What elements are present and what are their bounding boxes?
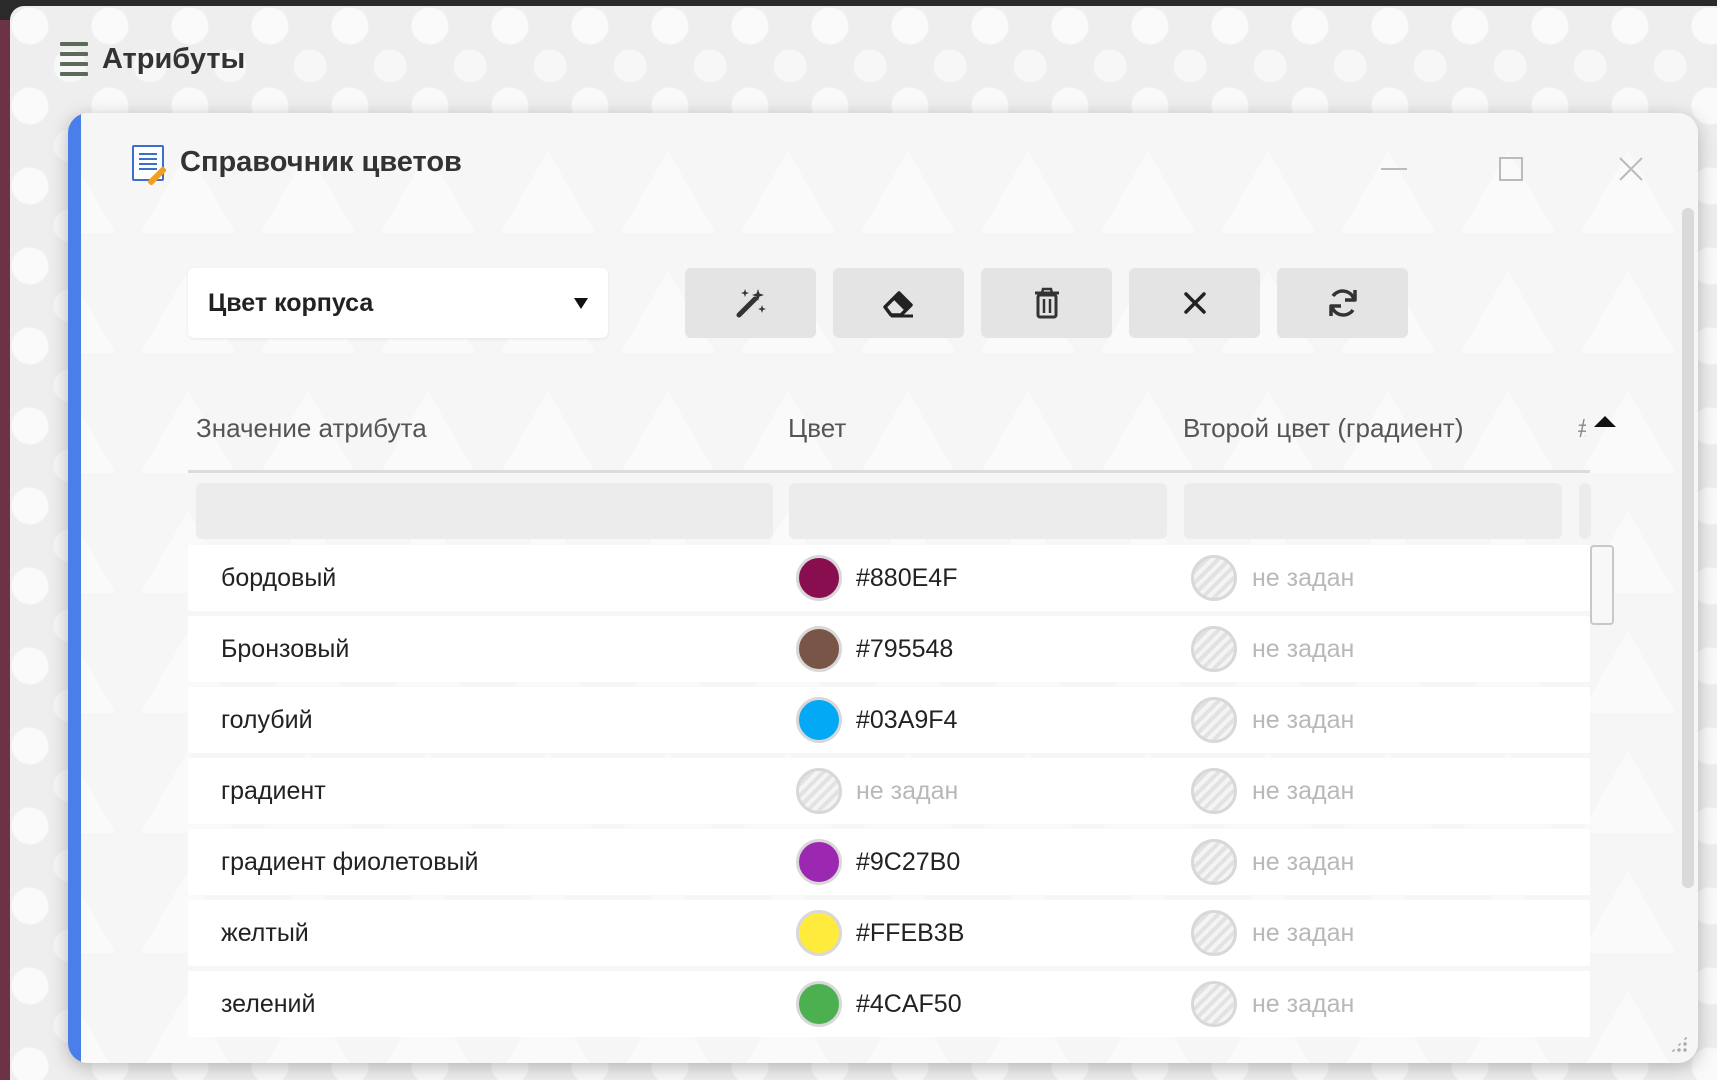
document-edit-icon bbox=[130, 143, 168, 186]
resize-grip-icon[interactable] bbox=[1670, 1035, 1688, 1053]
refresh-icon bbox=[1328, 289, 1357, 317]
color-swatch[interactable] bbox=[796, 626, 842, 672]
header-divider bbox=[188, 470, 1590, 473]
delete-button[interactable] bbox=[981, 268, 1112, 338]
filter-input-gradient[interactable] bbox=[1184, 483, 1562, 539]
color-swatch[interactable] bbox=[796, 981, 842, 1027]
row-name: зелений bbox=[221, 990, 316, 1018]
filter-input-value[interactable] bbox=[196, 483, 773, 539]
clear-button[interactable] bbox=[833, 268, 964, 338]
gradient-swatch[interactable] bbox=[1191, 555, 1237, 601]
dialog-header: Справочник цветов bbox=[130, 143, 462, 186]
gradient-swatch[interactable] bbox=[1191, 910, 1237, 956]
color-value: #795548 bbox=[856, 635, 954, 663]
color-swatch[interactable] bbox=[796, 910, 842, 956]
color-value: #880E4F bbox=[856, 564, 958, 592]
color-value: #FFEB3B bbox=[856, 919, 965, 947]
table-row[interactable]: градиент не задан не задан bbox=[188, 758, 1590, 824]
left-edge-strip bbox=[0, 20, 10, 1080]
gradient-swatch[interactable] bbox=[1191, 981, 1237, 1027]
column-header-value[interactable]: Значение атрибута bbox=[196, 413, 427, 444]
eraser-icon bbox=[882, 291, 913, 318]
trash-icon bbox=[1034, 287, 1059, 319]
minimize-icon[interactable] bbox=[1376, 151, 1412, 187]
row-name: желтый bbox=[221, 919, 309, 947]
color-swatch[interactable] bbox=[796, 768, 842, 814]
attribute-select[interactable]: Цвет корпуса bbox=[188, 268, 608, 338]
maximize-icon[interactable] bbox=[1493, 151, 1529, 187]
dialog-title: Справочник цветов bbox=[180, 145, 462, 178]
gradient-value: не задан bbox=[1252, 564, 1355, 592]
gradient-swatch[interactable] bbox=[1191, 768, 1237, 814]
caret-down-icon bbox=[574, 297, 588, 309]
gradient-value: не задан bbox=[1252, 990, 1355, 1018]
filter-input-extra[interactable] bbox=[1579, 483, 1591, 539]
auto-generate-button[interactable] bbox=[685, 268, 816, 338]
table-row[interactable]: желтый #FFEB3B не задан bbox=[188, 900, 1590, 966]
column-header-extra[interactable]: # bbox=[1578, 413, 1586, 444]
row-name: бордовый bbox=[221, 564, 337, 592]
gradient-value: не задан bbox=[1252, 777, 1355, 805]
dialog-accent-bar bbox=[68, 113, 81, 1063]
gradient-swatch[interactable] bbox=[1191, 697, 1237, 743]
close-icon[interactable] bbox=[1613, 151, 1649, 187]
close-icon bbox=[1183, 292, 1206, 314]
table-scrollbar-thumb[interactable] bbox=[1590, 545, 1614, 625]
row-name: градиент фиолетовый bbox=[221, 848, 479, 876]
gradient-value: не задан bbox=[1252, 848, 1355, 876]
app-header: Атрибуты bbox=[60, 34, 245, 84]
color-swatch[interactable] bbox=[796, 839, 842, 885]
color-value: не задан bbox=[856, 777, 959, 805]
hamburger-icon[interactable] bbox=[60, 42, 88, 76]
table-row[interactable]: бордовый #880E4F не задан bbox=[188, 545, 1590, 611]
dialog-scrollbar[interactable] bbox=[1682, 208, 1694, 888]
color-value: #9C27B0 bbox=[856, 848, 961, 876]
refresh-button[interactable] bbox=[1277, 268, 1408, 338]
color-swatch[interactable] bbox=[796, 555, 842, 601]
gradient-value: не задан bbox=[1252, 635, 1355, 663]
attribute-select-value: Цвет корпуса bbox=[208, 288, 374, 317]
magic-wand-icon bbox=[736, 289, 766, 318]
gradient-swatch[interactable] bbox=[1191, 839, 1237, 885]
table-row[interactable]: голубий #03A9F4 не задан bbox=[188, 687, 1590, 753]
filter-input-color[interactable] bbox=[789, 483, 1167, 539]
table-body: бордовый #880E4F не задан Бронзовый #795… bbox=[188, 545, 1590, 1042]
row-name: градиент bbox=[221, 777, 326, 805]
gradient-value: не задан bbox=[1252, 706, 1355, 734]
color-value: #4CAF50 bbox=[856, 990, 962, 1018]
app-window: Атрибуты Справочник цветов Цвет корпуса bbox=[10, 6, 1717, 1080]
gradient-swatch[interactable] bbox=[1191, 626, 1237, 672]
column-header-gradient[interactable]: Второй цвет (градиент) bbox=[1183, 413, 1464, 444]
scroll-up-icon[interactable] bbox=[1594, 416, 1616, 427]
gradient-value: не задан bbox=[1252, 919, 1355, 947]
table-row[interactable]: зелений #4CAF50 не задан bbox=[188, 971, 1590, 1037]
app-title: Атрибуты bbox=[102, 42, 246, 75]
color-dictionary-dialog: Справочник цветов Цвет корпуса Значение … bbox=[68, 113, 1698, 1063]
cancel-button[interactable] bbox=[1129, 268, 1260, 338]
table-row[interactable]: градиент фиолетовый #9C27B0 не задан bbox=[188, 829, 1590, 895]
row-name: Бронзовый bbox=[221, 635, 350, 663]
row-name: голубий bbox=[221, 706, 313, 734]
table-row[interactable]: Бронзовый #795548 не задан bbox=[188, 616, 1590, 682]
color-swatch[interactable] bbox=[796, 697, 842, 743]
color-value: #03A9F4 bbox=[856, 706, 958, 734]
column-header-color[interactable]: Цвет bbox=[788, 413, 846, 444]
